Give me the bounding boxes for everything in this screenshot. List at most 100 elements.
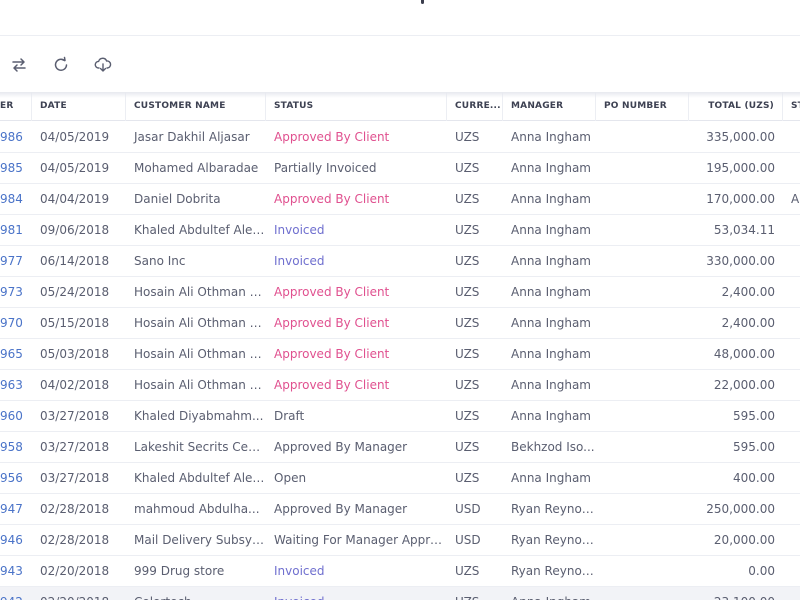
order-number-link[interactable]: 963 (0, 370, 32, 400)
table-row[interactable]: 958 03/27/2018 Lakeshit Secrits Cent... App… (0, 432, 800, 463)
currency-cell: UZS (455, 192, 480, 206)
manager-cell: Anna Ingham (503, 587, 596, 600)
po-number-cell (596, 308, 689, 338)
date-cell: 03/27/2018 (40, 409, 110, 423)
date-cell: 04/05/2019 (40, 130, 110, 144)
po-number-cell (596, 215, 689, 245)
table-row[interactable]: 963 04/02/2018 Hosain Ali Othman A... Appro… (0, 370, 800, 401)
date-cell: 02/28/2018 (40, 502, 110, 516)
table-row[interactable]: 984 04/04/2019 Daniel Dobrita Approved By C… (0, 184, 800, 215)
order-number-link[interactable]: 965 (0, 339, 32, 369)
customer-name-cell: Hosain Ali Othman A... (134, 378, 266, 392)
table-row[interactable]: 946 02/28/2018 Mail Delivery Subsys... Wait… (0, 525, 800, 556)
date-cell: 03/27/2018 (40, 440, 110, 454)
extra-cell (783, 494, 800, 524)
table-row[interactable]: 943 02/20/2018 999 Drug store Invoiced UZS Ry… (0, 556, 800, 587)
extra-cell (783, 432, 800, 462)
date-cell: 09/06/2018 (40, 223, 110, 237)
table-row[interactable]: 973 05/24/2018 Hosain Ali Othman A... Appro… (0, 277, 800, 308)
extra-cell (783, 587, 800, 600)
date-cell: 03/27/2018 (40, 471, 110, 485)
status-cell: Invoiced (274, 254, 325, 268)
table-row[interactable]: 981 09/06/2018 Khaled Abdultef Alesa Invoic… (0, 215, 800, 246)
currency-cell: UZS (447, 587, 503, 600)
top-bar (0, 0, 800, 36)
currency-cell: UZS (455, 316, 480, 330)
po-number-cell (596, 153, 689, 183)
currency-cell: UZS (455, 161, 480, 175)
refresh-icon (54, 56, 68, 71)
po-number-cell (596, 246, 689, 276)
date-cell: 02/20/2018 (32, 587, 126, 600)
table-row[interactable]: 965 05/03/2018 Hosain Ali Othman A... Appro… (0, 339, 800, 370)
table-row[interactable]: 960 03/27/2018 Khaled Diyabmahm... Draft UZS… (0, 401, 800, 432)
po-number-cell (596, 370, 689, 400)
order-number-link[interactable]: 984 (0, 184, 32, 214)
total-cell: 330,000.00 (706, 254, 775, 268)
table-row[interactable]: 956 03/27/2018 Khaled Abdultef Alesa Open UZ… (0, 463, 800, 494)
po-number-cell (596, 432, 689, 462)
manager-cell: Anna Ingham (511, 130, 591, 144)
date-cell: 04/04/2019 (40, 192, 110, 206)
extra-cell (783, 215, 800, 245)
date-cell: 05/15/2018 (40, 316, 110, 330)
date-cell: 05/03/2018 (40, 347, 110, 361)
po-number-cell (596, 556, 689, 586)
total-cell: 400.00 (733, 471, 775, 485)
currency-cell: UZS (455, 347, 480, 361)
order-number-link[interactable]: 956 (0, 463, 32, 493)
toolbar (0, 36, 800, 92)
manager-cell: Anna Ingham (511, 161, 591, 175)
total-cell: 0.00 (748, 564, 775, 578)
currency-cell: UZS (455, 440, 480, 454)
download-button[interactable] (90, 52, 116, 78)
order-number-link[interactable]: 943 (0, 556, 32, 586)
total-cell: 170,000.00 (706, 192, 775, 206)
swap-button[interactable] (6, 52, 32, 78)
order-number-link[interactable]: 986 (0, 122, 32, 152)
manager-cell: Anna Ingham (511, 223, 591, 237)
total-cell: 595.00 (733, 440, 775, 454)
extra-cell (783, 556, 800, 586)
table-row[interactable]: 970 05/15/2018 Hosain Ali Othman A... Appro… (0, 308, 800, 339)
extra-cell (783, 463, 800, 493)
extra-cell (783, 277, 800, 307)
manager-cell: Ryan Reynol... (511, 502, 596, 516)
table-row[interactable]: 977 06/14/2018 Sano Inc Invoiced UZS Anna Ing… (0, 246, 800, 277)
manager-cell: Anna Ingham (511, 254, 591, 268)
order-number-link[interactable]: 985 (0, 153, 32, 183)
order-number-link[interactable]: 973 (0, 277, 32, 307)
extra-cell (783, 153, 800, 183)
order-number-link[interactable]: 947 (0, 494, 32, 524)
table-row[interactable]: 947 02/28/2018 mahmoud Abdulha... Approved … (0, 494, 800, 525)
download-icon (94, 57, 112, 72)
order-number-link[interactable]: 970 (0, 308, 32, 338)
table-row[interactable]: 985 04/05/2019 Mohamed Albaradae Partially … (0, 153, 800, 184)
currency-cell: UZS (455, 130, 480, 144)
table-row[interactable]: 986 04/05/2019 Jasar Dakhil Aljasar Approve… (0, 122, 800, 153)
order-number-link[interactable]: 981 (0, 215, 32, 245)
currency-cell: UZS (455, 471, 480, 485)
currency-cell: USD (455, 533, 481, 547)
manager-cell: Ryan Reynol... (511, 533, 596, 547)
order-number-link[interactable]: 977 (0, 246, 32, 276)
table-row[interactable]: 94202/20/2018ColortechInvoicedUZSAnna In… (0, 587, 800, 600)
currency-cell: UZS (455, 378, 480, 392)
status-cell: Approved By Client (274, 316, 390, 330)
status-cell: Approved By Client (274, 347, 390, 361)
extra-cell (783, 308, 800, 338)
refresh-button[interactable] (48, 52, 74, 78)
order-number-link[interactable]: 958 (0, 432, 32, 462)
po-number-cell (596, 587, 689, 600)
order-number-link[interactable]: 960 (0, 401, 32, 431)
total-cell: 2,400.00 (721, 285, 775, 299)
manager-cell: Bekhzod Iso... (511, 440, 595, 454)
order-number-link[interactable]: 942 (0, 587, 32, 600)
currency-cell: UZS (455, 223, 480, 237)
order-number-link[interactable]: 946 (0, 525, 32, 555)
total-cell: 23,100.00 (689, 587, 783, 600)
manager-cell: Ryan Reynol... (511, 564, 596, 578)
status-cell: Approved By Client (274, 285, 390, 299)
total-cell: 53,034.11 (713, 223, 775, 237)
customer-name-cell: Mail Delivery Subsys... (134, 533, 266, 547)
